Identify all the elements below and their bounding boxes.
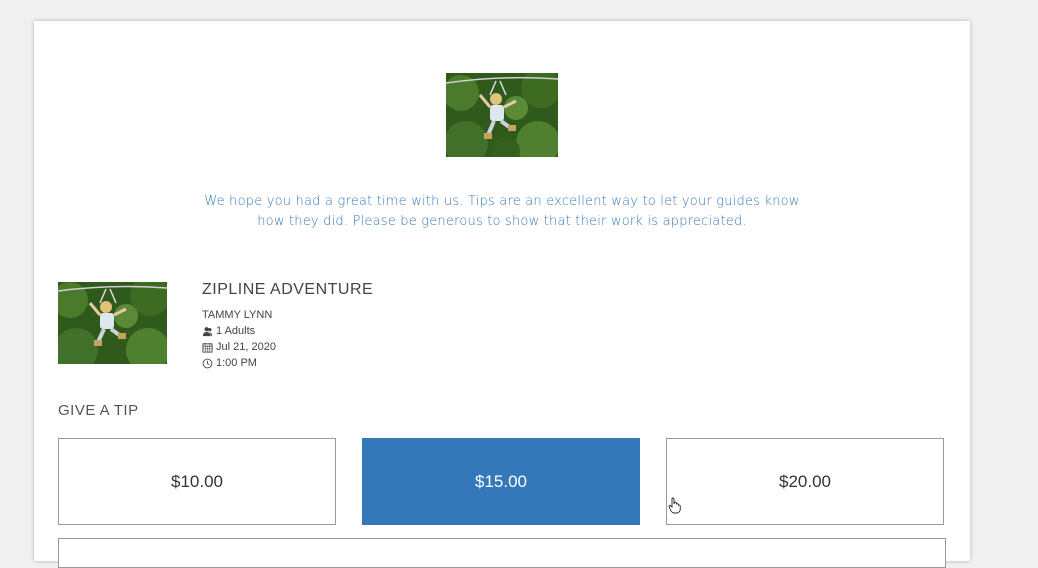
guest-name-row: TAMMY LYNN bbox=[202, 307, 276, 323]
clock-icon bbox=[202, 358, 213, 368]
tip-option-10[interactable]: $10.00 bbox=[58, 438, 336, 525]
tip-option-20[interactable]: $20.00 bbox=[666, 438, 944, 525]
tour-time: 1:00 PM bbox=[216, 357, 257, 369]
custom-tip-field[interactable] bbox=[58, 538, 946, 568]
tour-details: TAMMY LYNN 1 Adults Jul 21, 2020 1:00 PM bbox=[202, 307, 276, 371]
tip-option-15[interactable]: $15.00 bbox=[362, 438, 640, 525]
guests-row: 1 Adults bbox=[202, 323, 276, 339]
guest-name: TAMMY LYNN bbox=[202, 309, 273, 321]
tip-card: We hope you had a great time with us. Ti… bbox=[34, 21, 970, 568]
guests-count: 1 Adults bbox=[216, 325, 256, 337]
tip-heading: GIVE A TIP bbox=[58, 402, 139, 419]
tip-option-label: $10.00 bbox=[171, 471, 223, 491]
tour-title: ZIPLINE ADVENTURE bbox=[202, 281, 374, 298]
users-icon bbox=[202, 326, 213, 336]
calendar-icon bbox=[202, 342, 213, 353]
tip-option-label: $20.00 bbox=[779, 471, 831, 491]
tip-option-label: $15.00 bbox=[475, 471, 527, 491]
hand-cursor-icon bbox=[668, 497, 681, 514]
zipline-tour-image bbox=[58, 282, 167, 364]
time-row: 1:00 PM bbox=[202, 355, 276, 371]
intro-message: We hope you had a great time with us. Ti… bbox=[204, 194, 800, 229]
date-row: Jul 21, 2020 bbox=[202, 339, 276, 355]
tour-date: Jul 21, 2020 bbox=[216, 341, 276, 353]
zipline-hero-image bbox=[446, 73, 558, 157]
